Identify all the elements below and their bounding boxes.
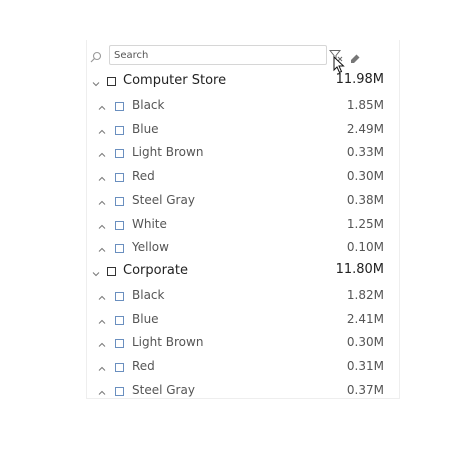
- item-label: Yellow: [132, 240, 169, 255]
- chevron-up-icon[interactable]: [97, 122, 107, 134]
- group-checkbox[interactable]: [107, 267, 116, 276]
- item-label: Light Brown: [132, 145, 204, 160]
- item-value: 1.25M: [346, 216, 384, 231]
- item-value: 0.31M: [346, 359, 384, 373]
- item-label: Black: [132, 287, 165, 302]
- chevron-up-icon[interactable]: [97, 98, 107, 110]
- list-item[interactable]: Black 1.82M: [87, 284, 399, 308]
- search-icon: [90, 48, 102, 63]
- search-bar: [87, 42, 399, 74]
- item-checkbox[interactable]: [115, 101, 124, 111]
- list-item[interactable]: White 1.25M: [87, 213, 399, 237]
- list-item[interactable]: Light Brown 0.33M: [87, 141, 399, 165]
- group-label: Corporate: [123, 263, 188, 278]
- group-row[interactable]: Corporate 11.80M: [87, 260, 399, 284]
- group-value: 11.98M: [335, 72, 384, 87]
- chevron-up-icon[interactable]: [97, 312, 107, 324]
- item-checkbox[interactable]: [115, 125, 124, 135]
- list-item[interactable]: Steel Gray 0.38M: [87, 189, 399, 213]
- group-checkbox[interactable]: [107, 77, 116, 86]
- chevron-up-icon[interactable]: [97, 288, 107, 300]
- item-value: 0.37M: [346, 382, 384, 397]
- item-checkbox[interactable]: [115, 173, 124, 182]
- item-value: 0.38M: [346, 192, 384, 207]
- group-value: 11.80M: [335, 262, 384, 277]
- chevron-up-icon[interactable]: [97, 240, 107, 253]
- item-label: Light Brown: [132, 335, 204, 350]
- item-label: Steel Gray: [132, 192, 195, 207]
- list-item[interactable]: Blue 2.41M: [87, 308, 399, 332]
- chevron-up-icon[interactable]: [97, 145, 107, 158]
- item-label: Steel Gray: [132, 382, 195, 397]
- chevron-up-icon[interactable]: [97, 335, 107, 348]
- list-item[interactable]: Yellow 0.10M: [87, 236, 399, 260]
- item-value: 1.82M: [346, 287, 384, 302]
- list-item[interactable]: Steel Gray 0.37M: [87, 379, 399, 398]
- item-value: 0.30M: [346, 169, 384, 183]
- item-checkbox[interactable]: [115, 291, 124, 301]
- search-input[interactable]: [109, 45, 327, 65]
- item-checkbox[interactable]: [115, 220, 124, 230]
- list-item[interactable]: Red 0.30M: [87, 165, 399, 189]
- item-label: Black: [132, 97, 165, 112]
- item-value: 0.33M: [346, 145, 384, 160]
- group-label: Computer Store: [123, 73, 227, 88]
- item-checkbox[interactable]: [115, 196, 124, 206]
- item-checkbox[interactable]: [115, 315, 124, 325]
- item-checkbox[interactable]: [115, 386, 124, 396]
- chevron-up-icon[interactable]: [97, 383, 107, 395]
- eraser-icon[interactable]: [350, 49, 360, 63]
- item-label: Red: [132, 169, 155, 183]
- item-label: Blue: [132, 311, 159, 326]
- item-checkbox[interactable]: [115, 244, 124, 254]
- item-value: 0.10M: [346, 240, 384, 255]
- item-value: 1.85M: [346, 97, 384, 112]
- item-value: 0.30M: [346, 335, 384, 350]
- chevron-up-icon[interactable]: [97, 169, 107, 181]
- item-checkbox[interactable]: [115, 339, 124, 349]
- chevron-down-icon[interactable]: [91, 264, 101, 277]
- item-value: 2.41M: [346, 311, 384, 326]
- item-value: 2.49M: [346, 121, 384, 136]
- item-label: Red: [132, 359, 155, 373]
- list-item[interactable]: Black 1.85M: [87, 94, 399, 118]
- item-checkbox[interactable]: [115, 149, 124, 159]
- chevron-up-icon[interactable]: [97, 359, 107, 371]
- list-item[interactable]: Blue 2.49M: [87, 118, 399, 142]
- chevron-up-icon[interactable]: [97, 217, 107, 229]
- item-checkbox[interactable]: [115, 363, 124, 372]
- list-item[interactable]: Red 0.31M: [87, 355, 399, 379]
- chevron-up-icon[interactable]: [97, 193, 107, 205]
- group-row[interactable]: Computer Store 11.98M: [87, 70, 399, 94]
- item-label: Blue: [132, 121, 159, 136]
- slicer-panel: Computer Store 11.98M Black 1.85M Blue 2.49M L…: [86, 40, 400, 399]
- slicer-tree: Computer Store 11.98M Black 1.85M Blue 2.49M L…: [87, 70, 399, 398]
- chevron-down-icon[interactable]: [91, 74, 101, 87]
- list-item[interactable]: Light Brown 0.30M: [87, 331, 399, 355]
- item-label: White: [132, 216, 167, 231]
